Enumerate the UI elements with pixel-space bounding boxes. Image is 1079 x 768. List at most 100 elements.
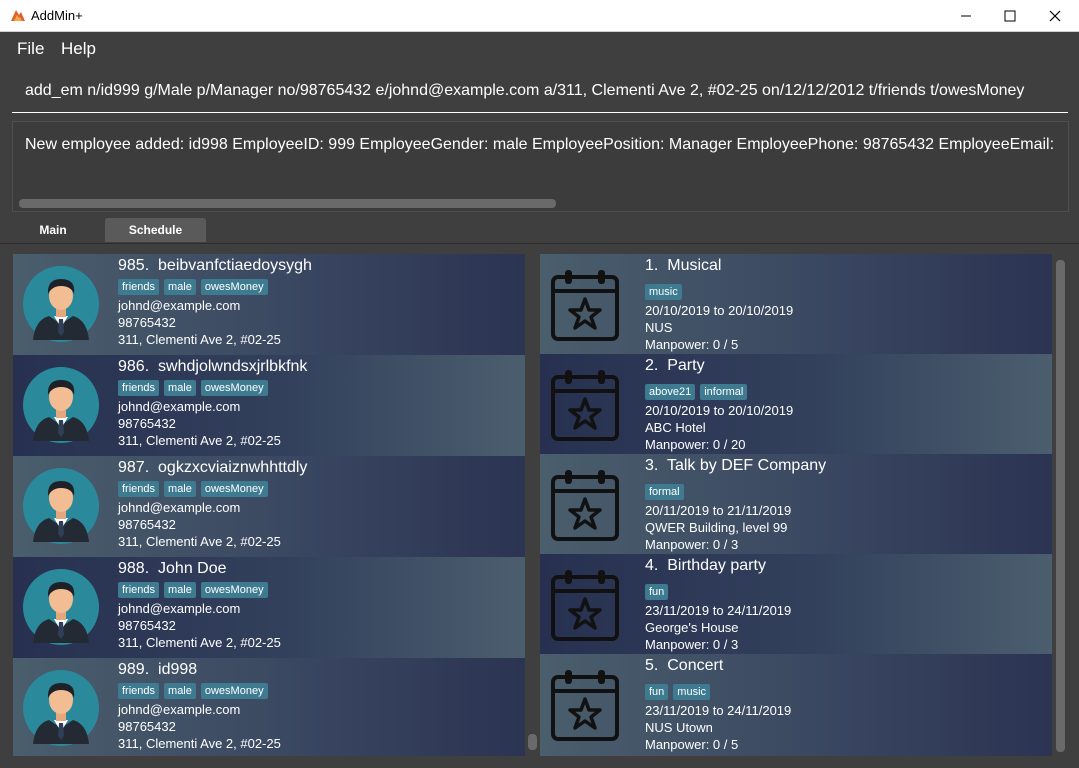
- event-venue: NUS: [645, 320, 673, 335]
- event-manpower: Manpower: 0 / 3: [645, 637, 739, 652]
- event-manpower: Manpower: 0 / 5: [645, 737, 739, 752]
- event-manpower: Manpower: 0 / 20: [645, 437, 746, 452]
- event-card[interactable]: 1. Musical music 20/10/2019 to 20/10/201…: [540, 254, 1052, 354]
- menu-file[interactable]: File: [17, 39, 44, 59]
- event-manpower: Manpower: 0 / 5: [645, 337, 739, 352]
- avatar: [23, 266, 99, 342]
- event-venue: NUS Utown: [645, 720, 713, 735]
- event-tags: fun: [645, 584, 669, 600]
- event-card[interactable]: 2. Party above21 informal 20/10/2019 to …: [540, 354, 1052, 454]
- tag: friends: [118, 279, 160, 295]
- employee-tags: friends male owesMoney: [118, 683, 268, 699]
- event-list-scrollbar[interactable]: [1056, 260, 1065, 752]
- event-manpower: Manpower: 0 / 3: [645, 537, 739, 552]
- event-name: 1. Musical: [645, 257, 722, 274]
- employee-name: 985. beibvanfctiaedoysygh: [118, 257, 312, 274]
- tag: above21: [645, 384, 696, 400]
- menu-bar: File Help: [0, 32, 1079, 66]
- employee-phone: 98765432: [118, 416, 176, 431]
- tag: formal: [645, 484, 684, 500]
- close-button[interactable]: [1032, 0, 1078, 31]
- result-horizontal-scrollbar[interactable]: [19, 199, 556, 208]
- command-input-text: add_em n/id999 g/Male p/Manager no/98765…: [25, 82, 1025, 99]
- event-card[interactable]: 4. Birthday party fun 23/11/2019 to 24/1…: [540, 554, 1052, 654]
- tag: owesMoney: [200, 683, 268, 699]
- tag: fun: [645, 684, 669, 700]
- minimize-icon: [961, 15, 971, 16]
- tab-bar: Main Schedule: [0, 218, 1079, 244]
- employee-address: 311, Clementi Ave 2, #02-25: [118, 332, 281, 347]
- event-dates: 23/11/2019 to 24/11/2019: [645, 603, 792, 618]
- event-tags: fun music: [645, 684, 711, 700]
- tab-main[interactable]: Main: [3, 218, 103, 242]
- tag: music: [645, 284, 682, 300]
- avatar: [23, 367, 99, 443]
- employee-tags: friends male owesMoney: [118, 481, 268, 497]
- calendar-star-icon: [551, 470, 619, 541]
- tag: friends: [118, 683, 160, 699]
- event-list: 1. Musical music 20/10/2019 to 20/10/201…: [540, 254, 1052, 756]
- employee-card[interactable]: 989. id998 friends male owesMoney johnd@…: [13, 658, 525, 756]
- employee-address: 311, Clementi Ave 2, #02-25: [118, 736, 281, 751]
- calendar-star-icon: [551, 570, 619, 641]
- event-name: 3. Talk by DEF Company: [645, 457, 827, 474]
- event-dates: 20/10/2019 to 20/10/2019: [645, 403, 794, 418]
- avatar: [23, 670, 99, 746]
- avatar: [23, 468, 99, 544]
- window-title: AddMin+: [31, 8, 83, 23]
- employee-phone: 98765432: [118, 517, 176, 532]
- event-tags: music: [645, 284, 682, 300]
- tag: male: [164, 481, 196, 497]
- employee-address: 311, Clementi Ave 2, #02-25: [118, 534, 281, 549]
- tag: music: [673, 684, 711, 700]
- employee-card[interactable]: 986. swhdjolwndsxjrlbkfnk friends male o…: [13, 355, 525, 456]
- employee-card[interactable]: 985. beibvanfctiaedoysygh friends male o…: [13, 254, 525, 355]
- event-name: 5. Concert: [645, 657, 724, 674]
- employee-tags: friends male owesMoney: [118, 582, 268, 598]
- command-input[interactable]: add_em n/id999 g/Male p/Manager no/98765…: [12, 70, 1068, 113]
- tag: informal: [700, 384, 748, 400]
- tag: owesMoney: [200, 582, 268, 598]
- tag: owesMoney: [200, 279, 268, 295]
- window-titlebar: AddMin+: [0, 0, 1079, 32]
- event-venue: ABC Hotel: [645, 420, 706, 435]
- maximize-icon: [1004, 10, 1016, 21]
- app-logo-icon: [11, 10, 25, 21]
- event-name: 2. Party: [645, 357, 705, 374]
- employee-tags: friends male owesMoney: [118, 279, 268, 295]
- employee-list: 985. beibvanfctiaedoysygh friends male o…: [13, 254, 525, 756]
- employee-list-scrollbar[interactable]: [528, 734, 537, 750]
- event-venue: George's House: [645, 620, 739, 635]
- tag: male: [164, 582, 196, 598]
- tag: friends: [118, 380, 160, 396]
- tag: male: [164, 683, 196, 699]
- tag: friends: [118, 481, 160, 497]
- employee-card[interactable]: 987. ogkzxcviaiznwhhttdly friends male o…: [13, 456, 525, 557]
- tag: male: [164, 380, 196, 396]
- employee-email: johnd@example.com: [118, 702, 241, 717]
- tag: friends: [118, 582, 160, 598]
- tag: fun: [645, 584, 669, 600]
- employee-name: 987. ogkzxcviaiznwhhttdly: [118, 459, 308, 476]
- event-card[interactable]: 3. Talk by DEF Company formal 20/11/2019…: [540, 454, 1052, 554]
- event-venue: QWER Building, level 99: [645, 520, 788, 535]
- tag: owesMoney: [200, 380, 268, 396]
- event-card[interactable]: 5. Concert fun music 23/11/2019 to 24/11…: [540, 654, 1052, 756]
- tag: owesMoney: [200, 481, 268, 497]
- maximize-button[interactable]: [987, 0, 1033, 31]
- result-text: New employee added: id998 EmployeeID: 99…: [25, 136, 1055, 153]
- avatar: [23, 569, 99, 645]
- event-dates: 20/11/2019 to 21/11/2019: [645, 503, 792, 518]
- calendar-star-icon: [551, 270, 619, 341]
- menu-help[interactable]: Help: [61, 39, 96, 59]
- employee-tags: friends male owesMoney: [118, 380, 268, 396]
- event-tags: formal: [645, 484, 684, 500]
- employee-email: johnd@example.com: [118, 298, 241, 313]
- event-tags: above21 informal: [645, 384, 748, 400]
- employee-phone: 98765432: [118, 618, 176, 633]
- employee-card[interactable]: 988. John Doe friends male owesMoney joh…: [13, 557, 525, 658]
- tab-schedule[interactable]: Schedule: [105, 218, 206, 242]
- minimize-button[interactable]: [943, 0, 989, 31]
- employee-address: 311, Clementi Ave 2, #02-25: [118, 433, 281, 448]
- calendar-star-icon: [551, 370, 619, 441]
